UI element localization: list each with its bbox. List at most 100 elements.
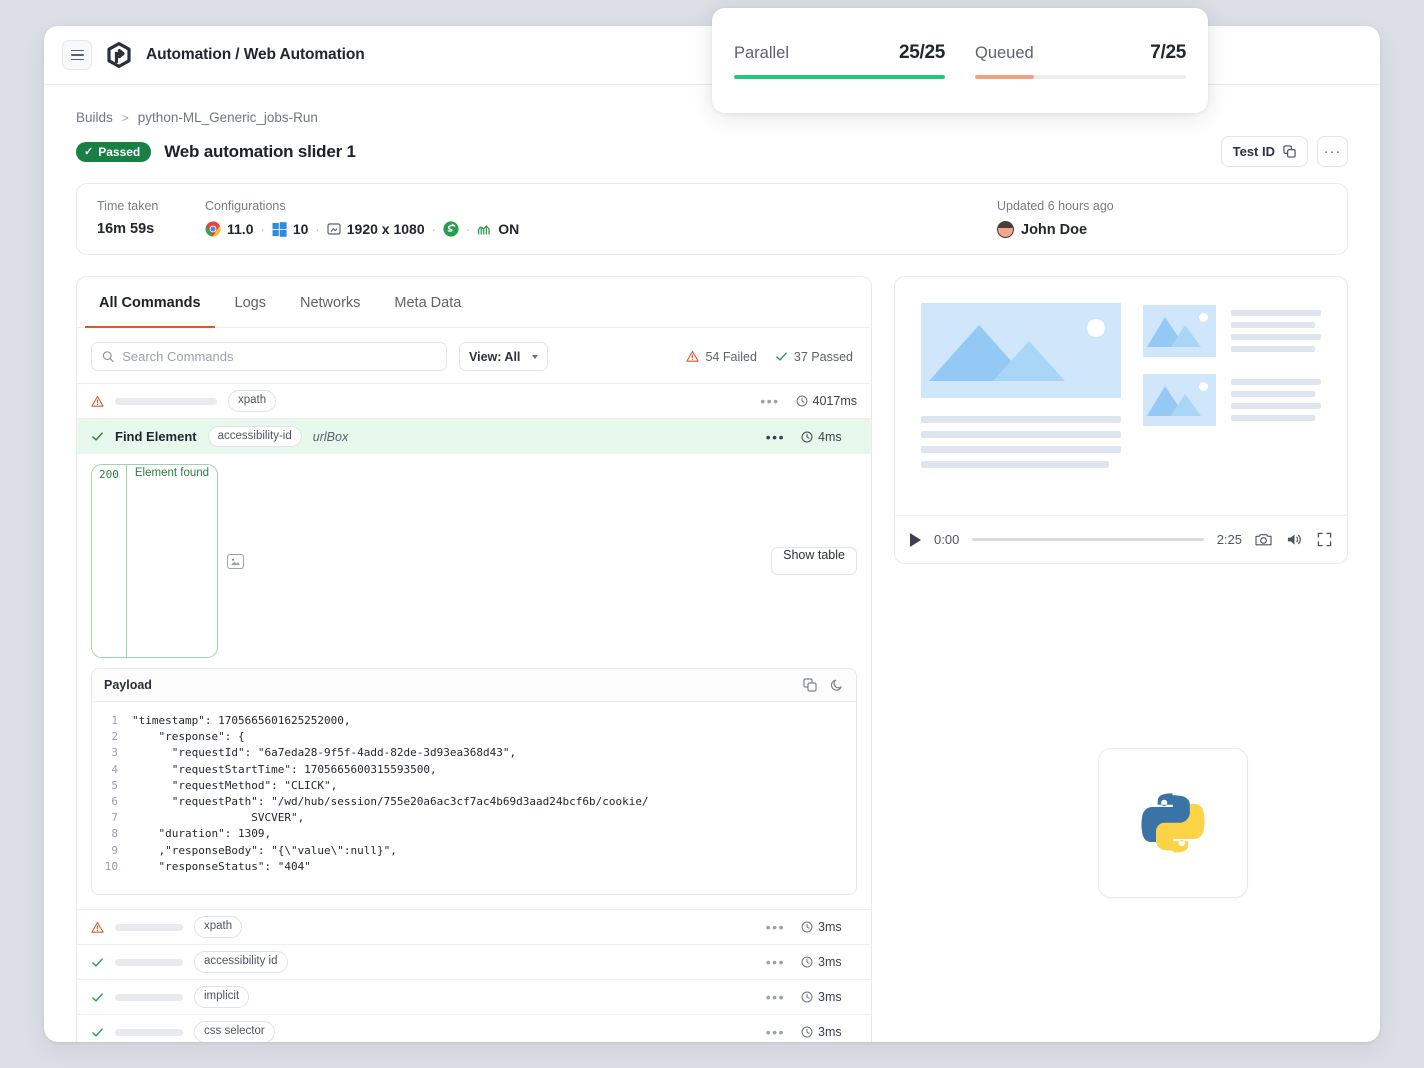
video-preview-panel: 0:00 2:25 (894, 276, 1348, 564)
passed-count: 37 Passed (775, 350, 853, 364)
os-version: 10 (293, 221, 309, 237)
tab-logs[interactable]: Logs (221, 277, 280, 328)
row-more-button[interactable]: ••• (766, 990, 785, 1004)
line-number: 9 (92, 843, 132, 859)
code-line: ,"responseBody": "{\"value\":null}", (132, 843, 397, 859)
search-commands-box[interactable] (91, 342, 447, 371)
updated-block: Updated 6 hours ago John Doe (997, 199, 1327, 238)
tab-networks[interactable]: Networks (286, 277, 374, 328)
failed-count-label: 54 Failed (705, 350, 756, 364)
fullscreen-icon (1317, 532, 1332, 547)
time-taken-value: 16m 59s (97, 221, 205, 237)
meta-card: Time taken 16m 59s Configurations 11 (76, 183, 1348, 255)
row-duration-label: 3ms (818, 990, 842, 1004)
copy-icon (1283, 145, 1296, 158)
resolution-icon (327, 222, 341, 236)
table-row-selected[interactable]: Find Element accessibility-id urlBox •••… (77, 418, 871, 454)
test-header: ✓ Passed Web automation slider 1 Test ID… (76, 136, 1348, 167)
network-state: ON (498, 221, 519, 237)
check-icon (775, 350, 788, 363)
moon-icon (830, 678, 844, 692)
warning-icon (91, 395, 104, 408)
copy-icon (803, 678, 817, 692)
line-number: 3 (92, 745, 132, 761)
parallel-stat: Parallel 25/25 (734, 42, 945, 79)
line-number: 5 (92, 778, 132, 794)
filter-bar: View: All 54 Failed (77, 328, 871, 383)
search-input[interactable] (122, 349, 436, 364)
camera-icon (1255, 532, 1272, 547)
row-more-button[interactable]: ••• (766, 955, 785, 969)
line-number: 10 (92, 859, 132, 875)
header-actions: Test ID ··· (1221, 136, 1348, 167)
response-message: Element found (127, 465, 217, 657)
table-row[interactable]: xpath ••• 4017ms (77, 383, 871, 418)
code-line: SVCVER", (132, 810, 304, 826)
network-icon (477, 223, 492, 236)
time-taken-block: Time taken 16m 59s (97, 199, 205, 237)
config-separator-2: · (315, 222, 319, 237)
breadcrumb-current[interactable]: python-ML_Generic_jobs-Run (138, 110, 318, 125)
code-line: "duration": 1309, (132, 826, 271, 842)
chrome-icon (205, 221, 221, 237)
locator-chip: css selector (194, 1021, 275, 1042)
clock-icon (801, 991, 813, 1003)
line-number: 7 (92, 810, 132, 826)
row-duration-label: 3ms (818, 955, 842, 969)
line-number: 6 (92, 794, 132, 810)
table-row[interactable]: implicit ••• 3ms (77, 979, 871, 1014)
view-filter-select[interactable]: View: All (459, 342, 548, 371)
config-separator-4: · (466, 222, 470, 237)
os-config: 10 (272, 221, 309, 237)
selenium-icon (443, 221, 459, 237)
locator-chip: implicit (194, 986, 249, 1008)
queued-progress-bar (975, 75, 1186, 79)
hamburger-icon[interactable] (62, 40, 92, 70)
tab-meta-data[interactable]: Meta Data (380, 277, 475, 328)
python-logo-icon (1135, 785, 1211, 861)
line-number: 4 (92, 762, 132, 778)
wireframe-sun (1199, 313, 1208, 322)
table-row[interactable]: xpath ••• 3ms (77, 909, 871, 944)
line-number: 1 (92, 713, 132, 729)
test-title: Web automation slider 1 (164, 142, 356, 162)
row-more-button[interactable]: ••• (766, 920, 785, 934)
command-name-placeholder (115, 924, 183, 931)
breadcrumb-builds[interactable]: Builds (76, 110, 113, 125)
table-row[interactable]: accessibility id ••• 3ms (77, 944, 871, 979)
row-more-button[interactable]: ••• (760, 394, 779, 408)
wireframe-text-lines (1231, 374, 1321, 426)
table-row[interactable]: css selector ••• 3ms (77, 1014, 871, 1042)
user-info: John Doe (997, 221, 1327, 238)
image-icon[interactable] (227, 554, 244, 569)
brand-logo-icon[interactable] (104, 40, 134, 70)
row-duration: 3ms (801, 920, 857, 934)
clock-icon (801, 1026, 813, 1038)
app-window: Automation / Web Automation Builds > pyt… (44, 26, 1380, 1042)
python-logo-card (1098, 748, 1248, 898)
wireframe-thumb (1143, 305, 1216, 357)
status-badge: ✓ Passed (76, 142, 151, 162)
play-icon[interactable] (910, 533, 921, 547)
warning-icon (686, 350, 699, 363)
row-more-button[interactable]: ••• (766, 430, 785, 444)
clock-icon (796, 395, 808, 407)
current-time: 0:00 (934, 532, 959, 547)
breadcrumb-separator: > (122, 111, 129, 125)
row-duration: 3ms (801, 955, 857, 969)
video-progress-slider[interactable] (972, 538, 1203, 541)
line-number: 2 (92, 729, 132, 745)
page-preview-wireframe (895, 277, 1347, 515)
volume-icon (1286, 532, 1303, 547)
show-table-button[interactable]: Show table (771, 547, 857, 575)
commands-panel: All Commands Logs Networks Meta Data (76, 276, 872, 1042)
configurations-block: Configurations 11.0 · (205, 199, 997, 237)
response-code: 200 (92, 465, 127, 657)
row-actions: ••• 3ms (766, 1025, 857, 1039)
row-more-button[interactable]: ••• (766, 1025, 785, 1039)
test-id-button[interactable]: Test ID (1221, 136, 1308, 167)
warning-icon (91, 921, 104, 934)
tab-all-commands[interactable]: All Commands (85, 277, 215, 328)
status-badge-label: Passed (98, 145, 140, 159)
more-options-button[interactable]: ··· (1317, 136, 1348, 167)
